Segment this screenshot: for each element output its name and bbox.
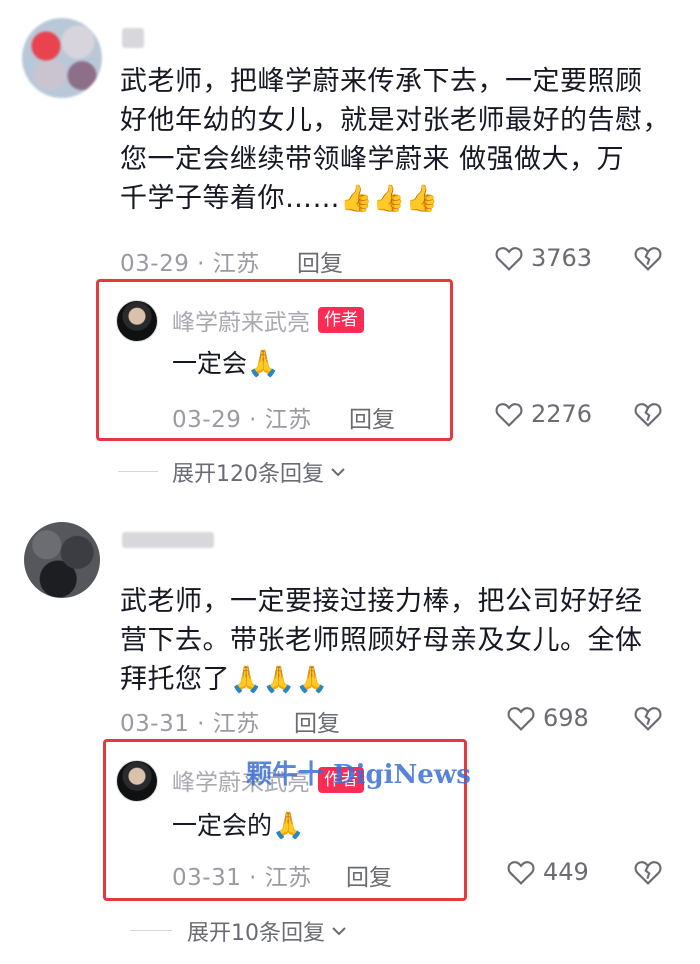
heart-outline-icon bbox=[507, 707, 535, 731]
dislike-button[interactable] bbox=[632, 242, 664, 278]
author-avatar[interactable] bbox=[116, 300, 158, 342]
expand-replies-label: 展开120条回复 bbox=[172, 462, 324, 487]
author-badge: 作者 bbox=[318, 307, 364, 333]
thumbs-up-emoji: 👍👍👍 bbox=[340, 184, 439, 214]
like-button[interactable]: 3763 bbox=[493, 240, 593, 276]
reply-text: 一定会的🙏 bbox=[172, 811, 305, 841]
dislike-button[interactable] bbox=[632, 856, 664, 892]
heart-outline-icon bbox=[507, 861, 535, 885]
like-count: 698 bbox=[543, 704, 589, 732]
pray-emoji: 🙏 bbox=[247, 349, 280, 379]
broken-heart-icon bbox=[634, 247, 662, 271]
heart-outline-icon bbox=[495, 247, 523, 271]
broken-heart-icon bbox=[634, 403, 662, 427]
reply-button[interactable]: 回复 bbox=[297, 244, 343, 278]
like-count: 3763 bbox=[531, 244, 593, 272]
comment-text: 武老师，把峰学蔚来传承下去，一定要照顾 好他年幼的女儿，就是对张老师最好的告慰，… bbox=[120, 66, 670, 214]
pray-emoji: 🙏🙏🙏 bbox=[230, 665, 329, 695]
reply-text: 一定会🙏 bbox=[172, 349, 280, 379]
reply-button[interactable]: 回复 bbox=[346, 858, 392, 892]
pray-emoji: 🙏 bbox=[272, 811, 305, 841]
comment-meta: 03-31 · 江苏 bbox=[120, 711, 260, 737]
commenter-avatar[interactable] bbox=[24, 522, 100, 598]
watermark: 颗牛十 DigiNews bbox=[246, 760, 471, 790]
commenter-username[interactable] bbox=[122, 532, 214, 548]
author-username[interactable]: 峰学蔚来武亮 bbox=[172, 303, 310, 337]
expand-replies-button[interactable]: 展开120条回复 bbox=[172, 456, 348, 488]
like-button[interactable]: 449 bbox=[505, 854, 605, 890]
comment-meta: 03-29 · 江苏 bbox=[120, 251, 260, 277]
reply-button[interactable]: 回复 bbox=[294, 704, 340, 738]
reply-button[interactable]: 回复 bbox=[349, 400, 395, 434]
broken-heart-icon bbox=[634, 861, 662, 885]
reply-meta: 03-31 · 江苏 bbox=[172, 865, 312, 891]
broken-heart-icon bbox=[634, 707, 662, 731]
dislike-button[interactable] bbox=[632, 702, 664, 738]
heart-outline-icon bbox=[495, 403, 523, 427]
expand-divider bbox=[118, 471, 158, 472]
like-button[interactable]: 698 bbox=[505, 700, 605, 736]
author-avatar[interactable] bbox=[116, 760, 158, 802]
expand-replies-label: 展开10条回复 bbox=[187, 921, 325, 946]
like-count: 2276 bbox=[531, 400, 593, 428]
dislike-button[interactable] bbox=[632, 398, 664, 434]
commenter-username[interactable] bbox=[122, 28, 144, 48]
chevron-down-icon bbox=[332, 927, 346, 936]
like-button[interactable]: 2276 bbox=[493, 396, 593, 432]
expand-replies-button[interactable]: 展开10条回复 bbox=[187, 915, 349, 947]
reply-meta: 03-29 · 江苏 bbox=[172, 407, 312, 433]
comment-text: 武老师，一定要接过接力棒，把公司好好经 营下去。带张老师照顾好母亲及女儿。全体 … bbox=[120, 586, 643, 695]
like-count: 449 bbox=[543, 858, 589, 886]
commenter-avatar[interactable] bbox=[22, 18, 102, 98]
chevron-down-icon bbox=[331, 468, 345, 477]
expand-divider bbox=[130, 930, 172, 931]
